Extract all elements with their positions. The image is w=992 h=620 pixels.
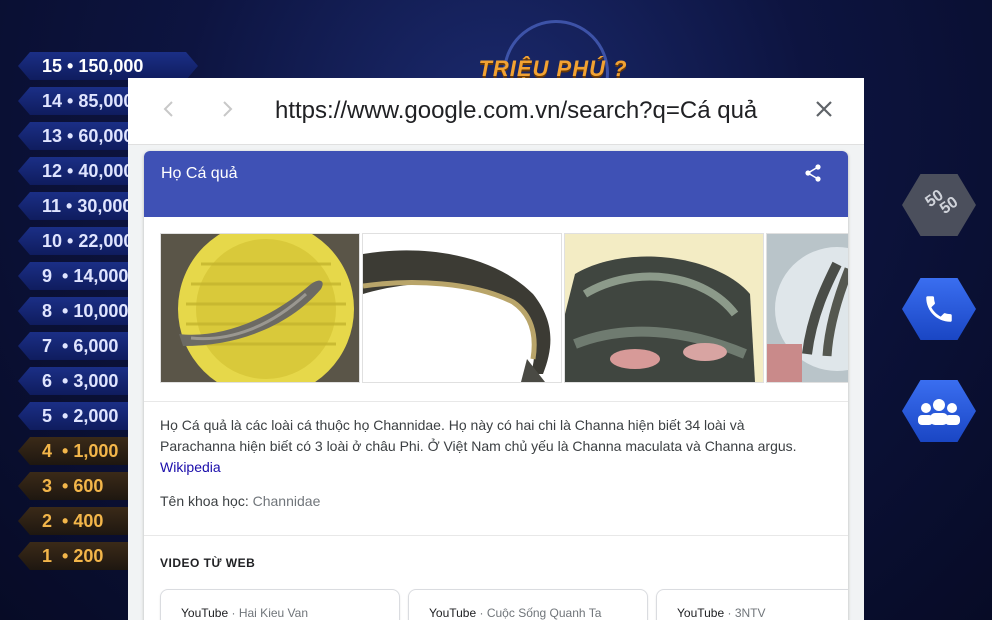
close-icon bbox=[815, 100, 833, 123]
video-card[interactable]: YouTube · Cuộc Sống Quanh Ta bbox=[408, 589, 648, 620]
fish-image-cut[interactable] bbox=[564, 233, 764, 383]
section-divider bbox=[144, 535, 848, 536]
video-source: YouTube · 3NTV bbox=[677, 606, 766, 620]
scientific-name-row: Tên khoa học: Channidae bbox=[160, 493, 320, 509]
chevron-left-icon bbox=[162, 100, 176, 123]
description: Họ Cá quả là các loài cá thuộc họ Channi… bbox=[160, 415, 820, 478]
video-source: YouTube · Hai Kieu Van bbox=[181, 606, 308, 620]
video-section-title: VIDEO TỪ WEB bbox=[160, 556, 256, 570]
phone-icon bbox=[922, 292, 956, 326]
ladder-rung-15: 15 • 150,000 bbox=[18, 52, 198, 80]
ask-audience-button[interactable] bbox=[902, 380, 976, 442]
knowledge-panel: Họ Cá quả Họ Cá quả là các loài cá thuộc… bbox=[144, 151, 848, 620]
video-card[interactable]: YouTube · Hai Kieu Van bbox=[160, 589, 400, 620]
fifty-fifty-icon: 50 50 bbox=[922, 186, 962, 218]
knowledge-panel-title: Họ Cá quả bbox=[161, 165, 238, 182]
phone-a-friend-button[interactable] bbox=[902, 278, 976, 340]
fifty-fifty-button[interactable]: 50 50 bbox=[902, 174, 976, 236]
scientific-name-value[interactable]: Channidae bbox=[253, 493, 321, 509]
video-source: YouTube · Cuộc Sống Quanh Ta bbox=[429, 606, 602, 620]
browser-dialog: https://www.google.com.vn/search?q=Cá qu… bbox=[128, 78, 864, 620]
scientific-name-label: Tên khoa học: bbox=[160, 493, 249, 509]
address-bar: https://www.google.com.vn/search?q=Cá qu… bbox=[128, 78, 864, 145]
wikipedia-link[interactable]: Wikipedia bbox=[160, 457, 820, 478]
knowledge-panel-header: Họ Cá quả bbox=[144, 151, 848, 217]
fish-image-basket[interactable] bbox=[160, 233, 360, 383]
chevron-right-icon bbox=[220, 100, 234, 123]
back-button[interactable] bbox=[156, 98, 182, 124]
description-text: Họ Cá quả là các loài cá thuộc họ Channi… bbox=[160, 417, 797, 454]
video-card[interactable]: YouTube · 3NTV bbox=[656, 589, 848, 620]
share-icon[interactable] bbox=[803, 163, 825, 185]
image-carousel[interactable] bbox=[160, 233, 848, 383]
page-content[interactable]: Họ Cá quả Họ Cá quả là các loài cá thuộc… bbox=[128, 145, 864, 620]
close-button[interactable] bbox=[811, 98, 837, 124]
fish-image-white[interactable] bbox=[362, 233, 562, 383]
fish-image-bowl[interactable] bbox=[766, 233, 848, 383]
section-divider bbox=[144, 401, 848, 402]
url-text[interactable]: https://www.google.com.vn/search?q=Cá qu… bbox=[275, 97, 775, 125]
audience-icon bbox=[918, 396, 960, 426]
forward-button[interactable] bbox=[214, 98, 240, 124]
